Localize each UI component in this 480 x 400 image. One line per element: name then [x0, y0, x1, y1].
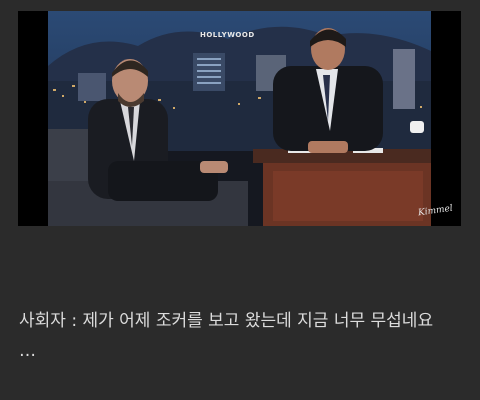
talk-show-scene: HOLLYWOOD [48, 11, 431, 226]
video-frame[interactable]: HOLLYWOOD Kimmel [18, 11, 461, 226]
caption-text: 사회자 : 제가 어제 조커를 보고 왔는데 지금 너무 무섭네요 … [19, 311, 434, 361]
svg-text:HOLLYWOOD: HOLLYWOOD [200, 31, 255, 39]
